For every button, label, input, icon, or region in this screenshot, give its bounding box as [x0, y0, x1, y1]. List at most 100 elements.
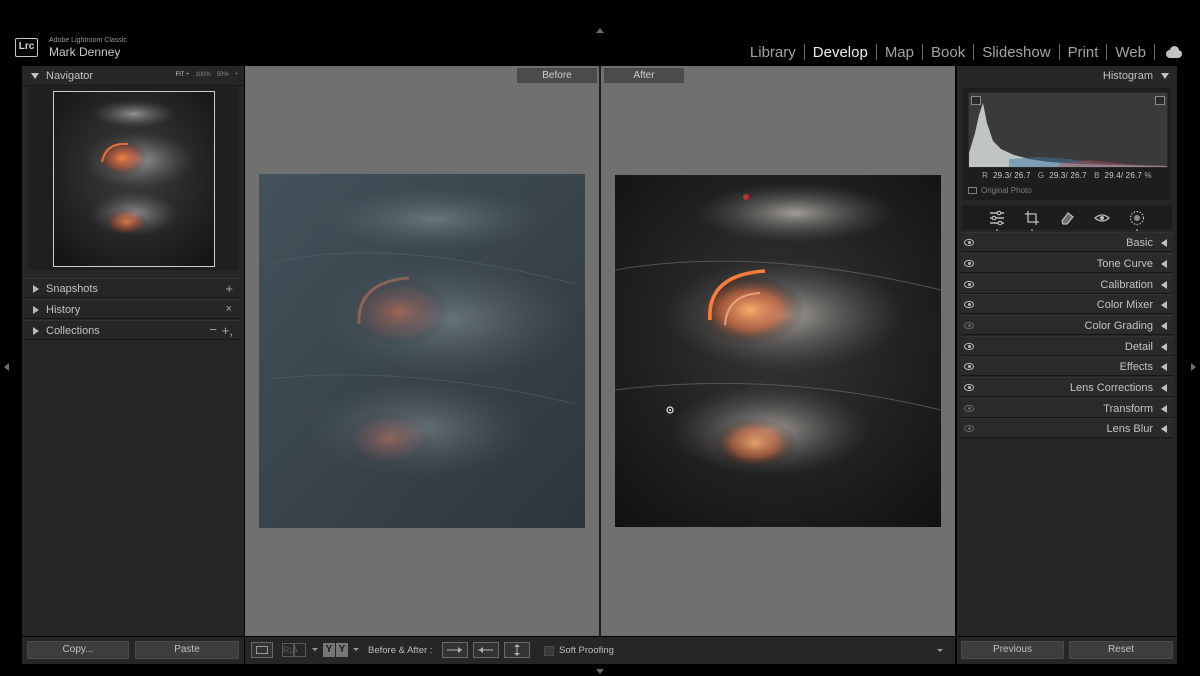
- module-develop[interactable]: Develop: [813, 44, 868, 61]
- collapse-triangle-icon: [1161, 405, 1167, 413]
- eye-icon[interactable]: [964, 281, 974, 288]
- section-label: Basic: [1126, 237, 1153, 249]
- reset-button[interactable]: Reset: [1069, 641, 1173, 659]
- copy-before-to-after-button[interactable]: [442, 642, 468, 658]
- section-label: Lens Blur: [1106, 423, 1153, 435]
- top-bar: Lrc Adobe Lightroom Classic Mark Denney …: [0, 0, 1200, 66]
- section-label: Color Mixer: [1096, 299, 1153, 311]
- after-photo[interactable]: [615, 175, 941, 527]
- zoom-fit[interactable]: FIT ÷: [175, 72, 189, 78]
- heal-eraser-icon[interactable]: [1059, 210, 1075, 226]
- section-basic[interactable]: Basic: [961, 232, 1173, 252]
- eye-icon[interactable]: [964, 301, 974, 308]
- remove-collection-icon[interactable]: −: [209, 322, 217, 337]
- navigator-title: Navigator: [46, 70, 94, 82]
- module-web[interactable]: Web: [1115, 44, 1146, 61]
- original-photo-toggle[interactable]: Original Photo: [968, 186, 1032, 195]
- add-collection-icon[interactable]: +,: [222, 323, 233, 338]
- zoom-50[interactable]: 50%: [217, 72, 229, 78]
- module-map[interactable]: Map: [885, 44, 914, 61]
- collapse-triangle-icon: [33, 306, 39, 314]
- section-label: Lens Corrections: [1069, 382, 1153, 394]
- eye-icon[interactable]: [964, 384, 974, 391]
- module-slideshow[interactable]: Slideshow: [982, 44, 1050, 61]
- before-label: Before: [517, 68, 597, 83]
- section-label: Tone Curve: [1096, 258, 1153, 270]
- left-bottom-bar: Copy... Paste: [22, 637, 244, 664]
- navigator-image: [54, 92, 214, 266]
- section-effects[interactable]: Effects: [961, 356, 1173, 376]
- section-lens-corrections[interactable]: Lens Corrections: [961, 377, 1173, 397]
- eye-icon[interactable]: [964, 239, 974, 246]
- eye-icon[interactable]: [964, 322, 974, 329]
- collapse-triangle-icon: [1161, 281, 1167, 289]
- eye-icon[interactable]: [964, 260, 974, 267]
- module-separator: [922, 44, 923, 60]
- collapse-bottom-arrow-icon[interactable]: [596, 669, 604, 674]
- section-transform[interactable]: Transform: [961, 398, 1173, 418]
- redeye-icon[interactable]: [1093, 210, 1110, 226]
- edit-sliders-icon[interactable]: [989, 210, 1005, 231]
- loupe-view-button[interactable]: [251, 642, 273, 658]
- section-tone-curve[interactable]: Tone Curve: [961, 253, 1173, 273]
- module-library[interactable]: Library: [750, 44, 796, 61]
- yy-right-box[interactable]: Y: [336, 643, 348, 657]
- navigator-thumbnail[interactable]: [53, 91, 215, 267]
- highlight-clipping-icon[interactable]: [1155, 96, 1165, 105]
- original-photo-checkbox[interactable]: [968, 187, 977, 194]
- before-photo[interactable]: [259, 174, 585, 528]
- histogram-header[interactable]: Histogram: [957, 66, 1177, 86]
- crop-icon[interactable]: [1024, 210, 1040, 231]
- snapshots-header[interactable]: Snapshots +: [25, 278, 241, 298]
- history-header[interactable]: History ×: [25, 299, 241, 319]
- section-lens-blur[interactable]: Lens Blur: [961, 418, 1173, 438]
- ra-dropdown-icon[interactable]: [312, 648, 318, 651]
- collapse-left-arrow-icon[interactable]: [4, 363, 9, 371]
- zoom-100[interactable]: 100%: [195, 72, 210, 78]
- previous-button[interactable]: Previous: [961, 641, 1064, 659]
- lrc-logo: Lrc: [15, 38, 38, 57]
- right-panel: Histogram R 29.3/ 26.7 G 29.3/ 26.7 B 29…: [957, 66, 1177, 636]
- section-color-mixer[interactable]: Color Mixer: [961, 294, 1173, 314]
- clear-history-icon[interactable]: ×: [226, 303, 232, 315]
- eye-icon[interactable]: [964, 425, 974, 432]
- collapse-top-arrow-icon[interactable]: [596, 28, 604, 33]
- after-image: [615, 175, 941, 527]
- navigator-zoom-options: FIT ÷ 100% 50% ÷: [175, 72, 238, 78]
- yy-dropdown-icon[interactable]: [353, 648, 359, 651]
- collections-title: Collections: [46, 325, 100, 337]
- yy-left-box[interactable]: Y: [323, 643, 335, 657]
- eye-icon[interactable]: [964, 405, 974, 412]
- eye-icon[interactable]: [964, 343, 974, 350]
- soft-proofing-checkbox[interactable]: [544, 646, 554, 656]
- ra-left-box[interactable]: R|A: [282, 643, 298, 657]
- module-book[interactable]: Book: [931, 44, 965, 61]
- copy-button[interactable]: Copy...: [27, 641, 129, 659]
- ra-right-box[interactable]: [294, 643, 306, 657]
- module-picker: Library Develop Map Book Slideshow Print…: [750, 41, 1184, 63]
- before-pane: Before: [245, 66, 599, 636]
- paste-button[interactable]: Paste: [135, 641, 239, 659]
- zoom-custom[interactable]: ÷: [235, 72, 238, 78]
- collapse-right-arrow-icon[interactable]: [1191, 363, 1196, 371]
- navigator-header[interactable]: Navigator FIT ÷ 100% 50% ÷: [22, 66, 244, 86]
- collections-header[interactable]: Collections − +,: [25, 320, 241, 340]
- swap-before-after-button[interactable]: [504, 642, 530, 658]
- section-detail[interactable]: Detail: [961, 336, 1173, 356]
- masking-icon[interactable]: [1129, 210, 1145, 231]
- add-snapshot-icon[interactable]: +: [225, 281, 233, 296]
- app-name: Adobe Lightroom Classic: [49, 37, 127, 44]
- section-label: Calibration: [1100, 279, 1153, 291]
- module-separator: [875, 44, 877, 60]
- expand-triangle-icon: [31, 73, 39, 79]
- eye-icon[interactable]: [964, 363, 974, 370]
- copy-after-to-before-button[interactable]: [473, 642, 499, 658]
- histogram-graph: [968, 92, 1168, 168]
- toolbar-options-icon[interactable]: [937, 649, 943, 652]
- original-photo-label: Original Photo: [981, 186, 1032, 195]
- section-color-grading[interactable]: Color Grading: [961, 315, 1173, 335]
- shadow-clipping-icon[interactable]: [971, 96, 981, 105]
- module-print[interactable]: Print: [1068, 44, 1099, 61]
- cloud-sync-icon[interactable]: [1164, 46, 1184, 58]
- section-calibration[interactable]: Calibration: [961, 274, 1173, 294]
